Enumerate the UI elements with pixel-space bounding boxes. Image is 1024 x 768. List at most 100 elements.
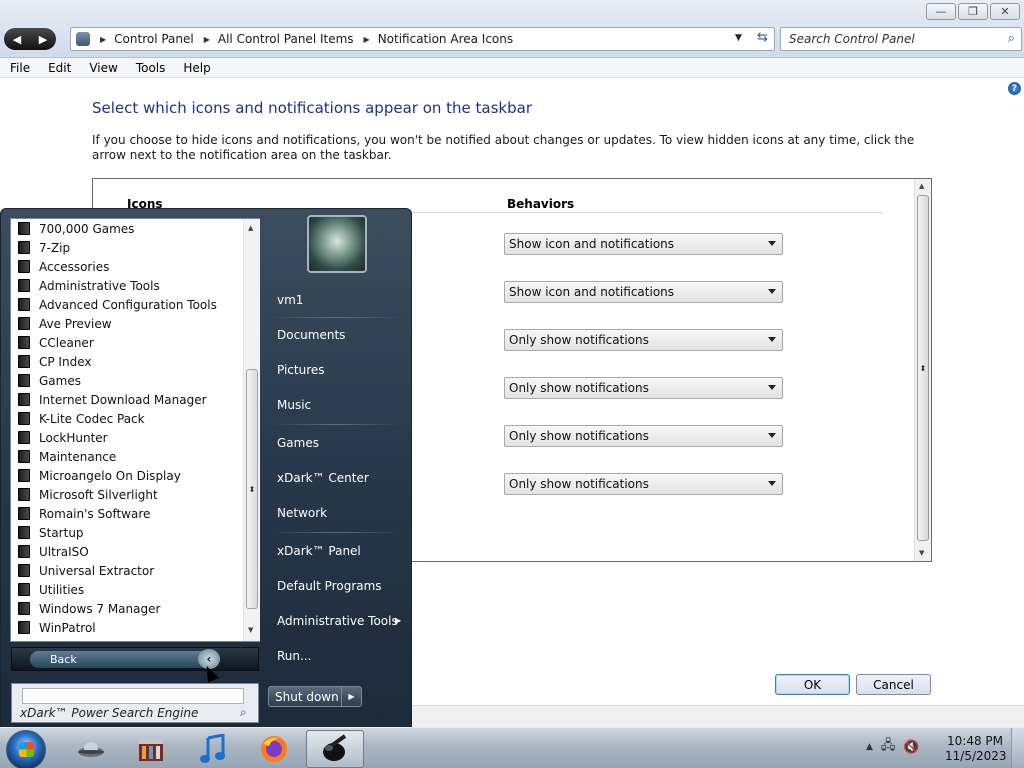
menu-tools[interactable]: Tools [126, 61, 174, 75]
program-item[interactable]: Startup [11, 523, 259, 542]
shutdown-button[interactable]: Shut down ▶ [268, 686, 362, 707]
breadcrumb-separator-icon[interactable]: ▶ [364, 35, 370, 44]
start-administrative-tools[interactable]: Administrative Tools [277, 614, 398, 628]
program-folder-icon [18, 241, 30, 254]
start-user[interactable]: vm1 [277, 293, 303, 307]
clock[interactable]: 10:48 PM 11/5/2023 [945, 734, 1007, 764]
show-hidden-icons-icon[interactable]: ▲ [866, 742, 873, 752]
start-music[interactable]: Music [277, 398, 311, 412]
behavior-value: Only show notifications [509, 477, 649, 491]
search-input[interactable]: Search Control Panel ⌕ [780, 27, 1022, 51]
start-pictures[interactable]: Pictures [277, 363, 325, 377]
menu-help[interactable]: Help [173, 61, 218, 75]
start-documents[interactable]: Documents [277, 328, 345, 342]
archive-app-icon[interactable] [122, 730, 180, 768]
address-dropdown-icon[interactable]: ▼ [735, 33, 742, 43]
program-item[interactable]: 7-Zip [11, 238, 259, 257]
start-games[interactable]: Games [277, 436, 319, 450]
program-item[interactable]: Internet Download Manager [11, 390, 259, 409]
breadcrumb-notification-area-icons[interactable]: Notification Area Icons [378, 32, 513, 46]
minimize-button[interactable]: — [926, 3, 956, 20]
scrollbar-thumb[interactable]: ⬍ [246, 369, 258, 609]
breadcrumb-separator-icon[interactable]: ▶ [100, 35, 106, 44]
breadcrumb-all-items[interactable]: All Control Panel Items [218, 32, 354, 46]
behavior-select-3[interactable]: Only show notifications [504, 329, 783, 351]
behavior-select-6[interactable]: Only show notifications [504, 473, 783, 495]
show-desktop-button[interactable] [1011, 728, 1024, 768]
ok-button[interactable]: OK [775, 674, 850, 695]
start-default-programs[interactable]: Default Programs [277, 579, 382, 593]
program-item[interactable]: Advanced Configuration Tools [11, 295, 259, 314]
search-icon[interactable]: ⌕ [1008, 31, 1015, 46]
breadcrumb-control-panel[interactable]: Control Panel [114, 32, 194, 46]
address-bar[interactable]: ▶ Control Panel ▶ All Control Panel Item… [70, 27, 775, 51]
list-scrollbar[interactable]: ▲ ⬍ ▼ [914, 179, 931, 561]
program-item[interactable]: UltraISO [11, 542, 259, 561]
program-item[interactable]: Administrative Tools [11, 276, 259, 295]
program-item[interactable]: Microsoft Silverlight [11, 485, 259, 504]
network-icon[interactable]: 🖧 [881, 736, 896, 758]
refresh-icon[interactable]: ⇆ [757, 30, 768, 45]
menu-edit[interactable]: Edit [38, 61, 79, 75]
menu-view[interactable]: View [79, 61, 125, 75]
start-search-input[interactable] [22, 688, 244, 704]
scroll-up-icon[interactable]: ▲ [248, 224, 253, 232]
menu-file[interactable]: File [0, 61, 38, 75]
start-orb-icon[interactable] [6, 730, 46, 768]
close-button[interactable]: ✕ [990, 3, 1020, 20]
start-xdark-panel[interactable]: xDark™ Panel [277, 544, 361, 558]
start-search: xDark™ Power Search Engine ⌕ [11, 683, 259, 723]
back-button[interactable]: Back ‹ [11, 647, 259, 671]
breadcrumb-separator-icon[interactable]: ▶ [204, 35, 210, 44]
cancel-button[interactable]: Cancel [856, 674, 931, 695]
scrollbar-thumb[interactable]: ⬍ [917, 195, 929, 541]
scroll-down-icon[interactable]: ▼ [248, 626, 253, 634]
forward-arrow-icon[interactable]: ▶ [39, 33, 47, 46]
program-folder-icon [18, 469, 30, 482]
behavior-select-2[interactable]: Show icon and notifications [504, 281, 783, 303]
program-item[interactable]: Microangelo On Display [11, 466, 259, 485]
program-item[interactable]: LockHunter [11, 428, 259, 447]
programs-scrollbar[interactable]: ▲ ⬍ ▼ [243, 219, 260, 641]
program-item[interactable]: CCleaner [11, 333, 259, 352]
volume-muted-icon[interactable]: 🔇 [903, 740, 919, 755]
program-folder-icon [18, 583, 30, 596]
column-header-behaviors: Behaviors [507, 197, 575, 211]
program-item[interactable]: CP Index [11, 352, 259, 371]
program-item[interactable]: WinPatrol [11, 618, 259, 637]
behavior-value: Show icon and notifications [509, 285, 675, 299]
shutdown-options-icon[interactable]: ▶ [341, 687, 361, 706]
program-item[interactable]: Accessories [11, 257, 259, 276]
ufo-app-icon[interactable] [62, 730, 120, 768]
behavior-select-5[interactable]: Only show notifications [504, 425, 783, 447]
user-avatar[interactable] [307, 215, 367, 273]
program-item[interactable]: K-Lite Codec Pack [11, 409, 259, 428]
program-item[interactable]: Utilities [11, 580, 259, 599]
maximize-button[interactable]: ❐ [958, 3, 988, 20]
windows-logo-icon [19, 742, 34, 757]
behavior-select-4[interactable]: Only show notifications [504, 377, 783, 399]
program-item[interactable]: Romain's Software [11, 504, 259, 523]
behavior-select-1[interactable]: Show icon and notifications [504, 233, 783, 255]
back-arrow-icon[interactable]: ◀ [13, 33, 21, 46]
program-item[interactable]: Universal Extractor [11, 561, 259, 580]
help-icon[interactable]: ? [1008, 82, 1021, 95]
program-item[interactable]: 700,000 Games [11, 219, 259, 238]
program-item[interactable]: Maintenance [11, 447, 259, 466]
program-item[interactable]: Windows 7 Manager [11, 599, 259, 618]
nav-buttons: ◀ ▶ [4, 28, 56, 50]
search-icon[interactable]: ⌕ [240, 705, 247, 720]
firefox-icon[interactable] [245, 730, 303, 768]
music-app-icon[interactable] [184, 730, 242, 768]
program-label: Utilities [39, 582, 85, 597]
program-item[interactable]: Ave Preview [11, 314, 259, 333]
start-network[interactable]: Network [277, 506, 327, 520]
program-label: WinPatrol [39, 620, 96, 635]
start-run[interactable]: Run... [277, 649, 311, 663]
scroll-up-icon[interactable]: ▲ [919, 182, 924, 190]
program-label: Microangelo On Display [39, 468, 181, 483]
start-xdark-center[interactable]: xDark™ Center [277, 471, 369, 485]
scroll-down-icon[interactable]: ▼ [919, 549, 924, 557]
control-panel-taskbar-icon[interactable] [306, 730, 364, 768]
program-item[interactable]: Games [11, 371, 259, 390]
